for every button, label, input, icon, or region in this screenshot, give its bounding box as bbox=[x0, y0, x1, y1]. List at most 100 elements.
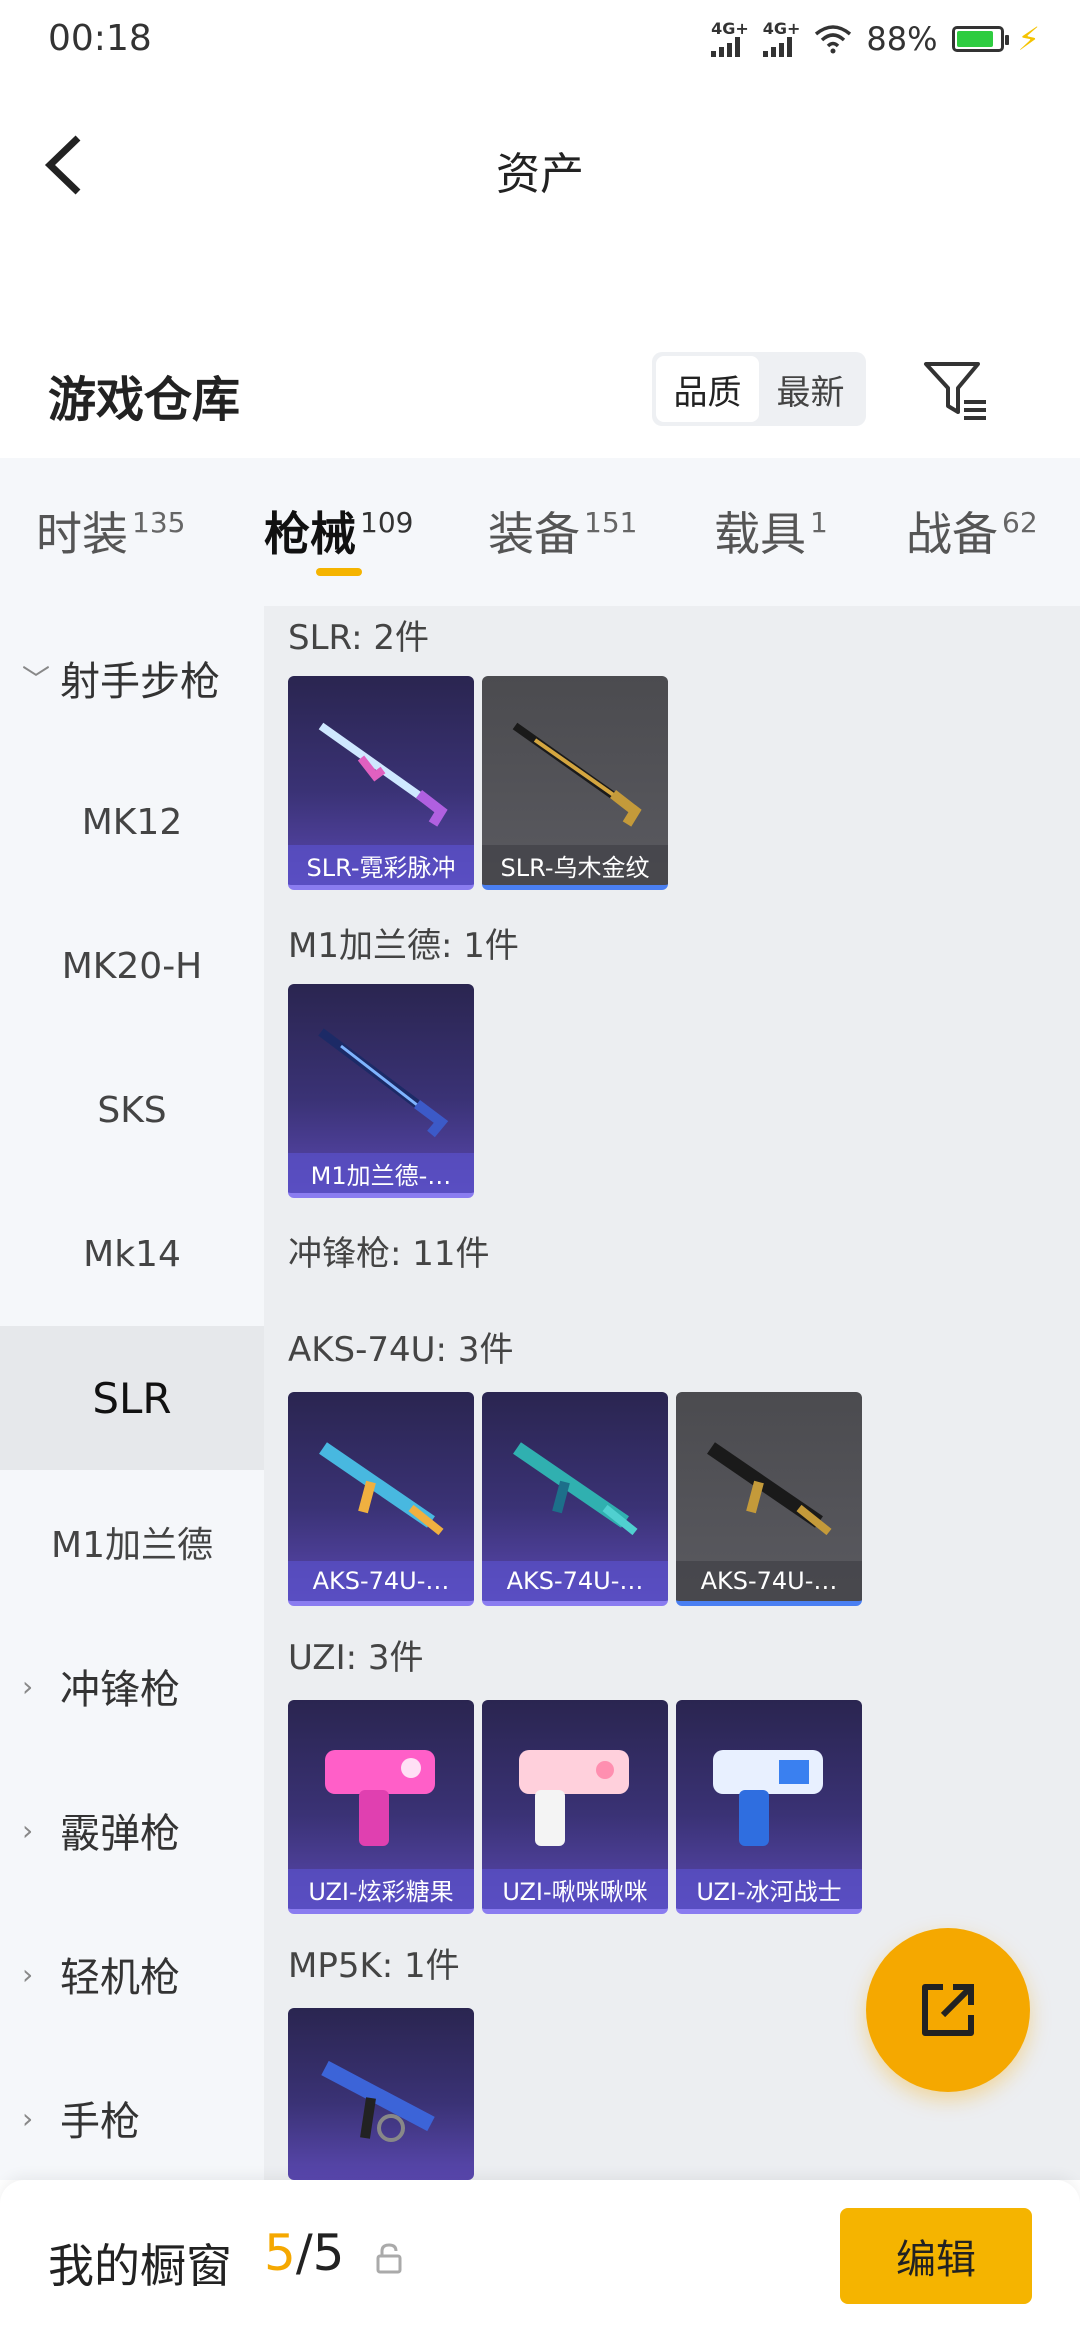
tab-count: 135 bbox=[132, 506, 186, 539]
sidebar-item-label: Mk14 bbox=[83, 1233, 181, 1275]
showcase-count-total: 5 bbox=[312, 2224, 345, 2282]
charging-icon: ⚡ bbox=[1017, 20, 1040, 58]
sidebar-item-label: SLR bbox=[92, 1373, 172, 1423]
chevron-right-icon: › bbox=[22, 2101, 34, 2135]
warehouse-title: 游戏仓库 bbox=[48, 372, 241, 428]
battery-percent: 88% bbox=[866, 20, 938, 58]
section-label-aks74u: AKS-74U: 3件 bbox=[288, 1330, 514, 1370]
sidebar-item-label: 轻机枪 bbox=[60, 1955, 180, 2001]
signal-icon-2: 4G+ bbox=[762, 19, 801, 57]
sidebar-item-label: 射手步枪 bbox=[60, 659, 220, 705]
sort-toggle: 品质 最新 bbox=[652, 352, 866, 426]
tab-count: 151 bbox=[584, 506, 638, 539]
tab-equipment[interactable]: 装备 151 bbox=[488, 498, 637, 564]
wifi-icon bbox=[815, 25, 852, 54]
status-icons: 4G+ 4G+ 88% ⚡ bbox=[711, 20, 1040, 58]
weapon-card-name: SLR-乌木金纹 bbox=[482, 845, 668, 885]
sidebar-group-lmg[interactable]: › 轻机枪 bbox=[0, 1902, 264, 2046]
sidebar-item-label: 手枪 bbox=[60, 2099, 140, 2145]
signal-label: 4G+ bbox=[711, 19, 749, 38]
rifle-icon bbox=[512, 722, 642, 827]
weapon-card[interactable]: UZI-啾咪啾咪 bbox=[482, 1700, 668, 1914]
weapon-category-sidebar: ﹀ 射手步枪 MK12 MK20-H SKS Mk14 SLR M1加兰德 › … bbox=[0, 606, 264, 2180]
sidebar-item-label: MK12 bbox=[81, 801, 183, 843]
weapon-card[interactable]: SLR-乌木金纹 bbox=[482, 676, 668, 890]
battery-icon bbox=[951, 26, 1009, 52]
rifle-icon bbox=[321, 2060, 435, 2142]
edit-button[interactable]: 编辑 bbox=[840, 2208, 1032, 2304]
weapon-card[interactable]: AKS-74U-… bbox=[288, 1392, 474, 1606]
weapon-card[interactable]: AKS-74U-… bbox=[676, 1392, 862, 1606]
tab-count: 109 bbox=[360, 506, 414, 539]
sidebar-item-label: SKS bbox=[97, 1089, 167, 1131]
showcase-title: 我的橱窗 bbox=[48, 2239, 232, 2293]
tab-label: 载具 bbox=[714, 507, 806, 561]
weapon-card-name: UZI-炫彩糖果 bbox=[288, 1869, 474, 1909]
tab-count: 1 bbox=[810, 506, 828, 539]
sidebar-item-mk14[interactable]: Mk14 bbox=[0, 1182, 264, 1326]
section-label-m1garand: M1加兰德: 1件 bbox=[288, 926, 519, 966]
weapon-card[interactable]: SLR-霓彩脉冲 bbox=[288, 676, 474, 890]
tab-weapons[interactable]: 枪械 109 bbox=[264, 498, 413, 564]
chevron-right-icon: › bbox=[22, 1813, 34, 1847]
chevron-right-icon: › bbox=[22, 1957, 34, 1991]
weapon-card[interactable] bbox=[288, 2008, 474, 2180]
tab-fashion[interactable]: 时装 135 bbox=[36, 498, 185, 564]
sidebar-item-label: 冲锋枪 bbox=[60, 1667, 180, 1713]
sidebar-group-marksman[interactable]: ﹀ 射手步枪 bbox=[0, 606, 264, 750]
sidebar-item-label: M1加兰德 bbox=[51, 1525, 213, 1566]
weapon-card[interactable]: UZI-炫彩糖果 bbox=[288, 1700, 474, 1914]
weapon-card[interactable]: UZI-冰河战士 bbox=[676, 1700, 862, 1914]
sidebar-item-mk12[interactable]: MK12 bbox=[0, 750, 264, 894]
lock-icon bbox=[376, 2243, 402, 2274]
tab-label: 枪械 bbox=[264, 507, 356, 561]
sidebar-item-slr[interactable]: SLR bbox=[0, 1326, 264, 1470]
rifle-icon bbox=[318, 1028, 449, 1138]
weapon-card-name: UZI-啾咪啾咪 bbox=[482, 1869, 668, 1909]
filter-icon[interactable] bbox=[920, 354, 992, 426]
pistol-icon bbox=[713, 1750, 823, 1846]
weapon-card-name: AKS-74U-… bbox=[676, 1561, 862, 1601]
weapon-card-name: UZI-冰河战士 bbox=[676, 1869, 862, 1909]
section-label-mp5k: MP5K: 1件 bbox=[288, 1946, 460, 1986]
signal-label-2: 4G+ bbox=[762, 19, 801, 38]
chevron-right-icon: › bbox=[22, 1669, 34, 1703]
sidebar-item-m1garand[interactable]: M1加兰德 bbox=[0, 1470, 264, 1614]
sort-newest-button[interactable]: 最新 bbox=[759, 356, 862, 422]
section-label-uzi: UZI: 3件 bbox=[288, 1638, 424, 1678]
rifle-icon bbox=[513, 1442, 638, 1536]
status-time: 00:18 bbox=[48, 18, 152, 59]
sidebar-group-smg[interactable]: › 冲锋枪 bbox=[0, 1614, 264, 1758]
rifle-icon bbox=[319, 1442, 444, 1536]
weapon-card-name: SLR-霓彩脉冲 bbox=[288, 845, 474, 885]
weapon-card[interactable]: AKS-74U-… bbox=[482, 1392, 668, 1606]
sidebar-group-shotgun[interactable]: › 霰弹枪 bbox=[0, 1758, 264, 1902]
category-tabs: 时装 135 枪械 109 装备 151 载具 1 战备 62 bbox=[0, 458, 1080, 606]
showcase-count-separator: / bbox=[295, 2224, 313, 2282]
showcase-count: 5/5 bbox=[264, 2224, 344, 2282]
tab-supplies[interactable]: 战备 62 bbox=[906, 498, 1038, 564]
weapon-card-name: AKS-74U-… bbox=[288, 1561, 474, 1601]
weapon-card-name: AKS-74U-… bbox=[482, 1561, 668, 1601]
sidebar-item-sks[interactable]: SKS bbox=[0, 1038, 264, 1182]
sidebar-item-label: 霰弹枪 bbox=[60, 1811, 180, 1857]
weapon-card[interactable]: M1加兰德-… bbox=[288, 984, 474, 1198]
chevron-down-icon: ﹀ bbox=[22, 663, 51, 696]
rifle-icon bbox=[318, 722, 448, 827]
tab-vehicles[interactable]: 载具 1 bbox=[714, 498, 828, 564]
weapon-card-name: M1加兰德-… bbox=[288, 1153, 474, 1193]
section-label-slr: SLR: 2件 bbox=[288, 618, 429, 658]
page-title: 资产 bbox=[496, 149, 584, 200]
rifle-icon bbox=[707, 1442, 832, 1536]
share-button[interactable] bbox=[866, 1928, 1030, 2092]
tab-label: 装备 bbox=[488, 507, 580, 561]
sidebar-group-pistol[interactable]: › 手枪 bbox=[0, 2046, 264, 2180]
nav-bar: 资产 bbox=[0, 100, 1080, 230]
sidebar-item-mk20h[interactable]: MK20-H bbox=[0, 894, 264, 1038]
share-icon bbox=[922, 1984, 974, 2036]
pistol-icon bbox=[325, 1750, 435, 1846]
section-label-smg: 冲锋枪: 11件 bbox=[288, 1234, 490, 1274]
sort-quality-button[interactable]: 品质 bbox=[656, 356, 759, 422]
tab-count: 62 bbox=[1002, 506, 1038, 539]
signal-icon: 4G+ bbox=[711, 21, 749, 57]
